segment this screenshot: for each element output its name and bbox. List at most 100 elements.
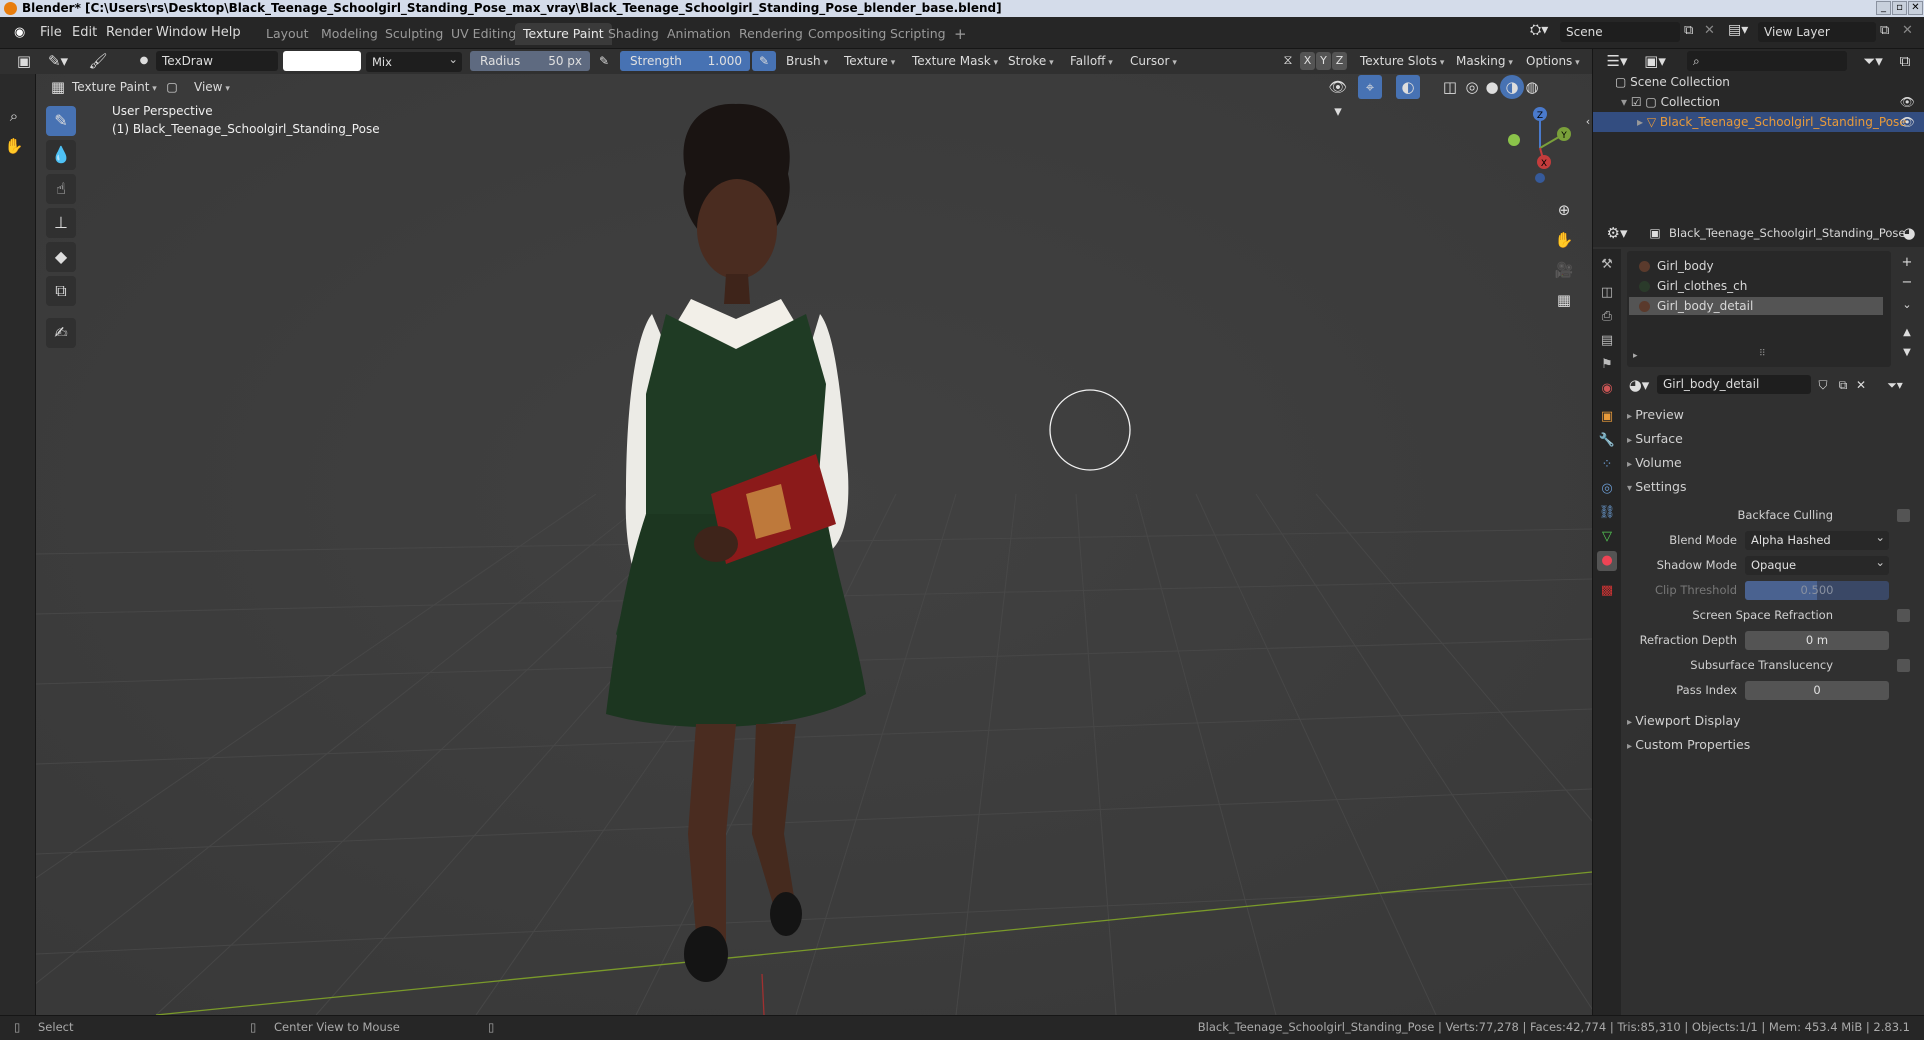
outliner-object[interactable]: ▸ ▽ Black_Teenage_Schoolgirl_Standing_Po… (1593, 112, 1924, 132)
texture-slots-menu[interactable]: Texture Slots (1360, 51, 1444, 71)
xray-icon[interactable]: ◫ (1438, 75, 1462, 99)
filter-icon[interactable]: ⏷▾ (1861, 49, 1885, 73)
section-viewport-display[interactable]: Viewport Display (1627, 713, 1740, 728)
browse-material-icon[interactable]: ◕▾ (1627, 373, 1651, 397)
tab-texture-paint[interactable]: Texture Paint (515, 23, 612, 45)
texture-paint-mode-icon[interactable]: ▦ (46, 75, 70, 99)
smear-tool-icon[interactable]: ☝ (46, 174, 76, 204)
render-tab-icon[interactable]: ◫ (1597, 283, 1617, 303)
pass-index-field[interactable]: 0 (1745, 681, 1889, 700)
mirror-icon[interactable]: ⧖ (1276, 49, 1300, 73)
view-layer-field[interactable]: View Layer (1758, 22, 1876, 42)
menu-edit[interactable]: Edit (72, 25, 97, 40)
options-menu[interactable]: Options (1526, 51, 1580, 71)
strength-pressure-icon[interactable]: ✎ (752, 51, 776, 71)
modifier-tab-icon[interactable]: 🔧 (1597, 431, 1617, 451)
blend-mode-dropdown[interactable]: Alpha Hashed (1745, 528, 1889, 550)
falloff-menu[interactable]: Falloff (1070, 51, 1113, 71)
overlay-toggle-icon[interactable]: ◐ (1396, 75, 1420, 99)
radius-pressure-icon[interactable]: ✎ (592, 49, 616, 73)
texture-tab-icon[interactable]: ▩ (1597, 581, 1617, 601)
radius-slider[interactable]: Radius 50 px (470, 51, 590, 71)
mirror-x-button[interactable]: X (1300, 52, 1315, 70)
refraction-depth-field[interactable]: 0 m (1745, 631, 1889, 650)
zoom-icon[interactable]: ⊕ (1552, 198, 1576, 222)
section-preview[interactable]: Preview (1627, 407, 1684, 422)
collection-checkbox-icon[interactable]: ☑ (1631, 95, 1646, 109)
viewport-canvas[interactable] (36, 74, 1592, 1015)
mask-tool-icon[interactable]: ⧉ (46, 276, 76, 306)
clip-threshold-slider[interactable]: 0.500 (1745, 581, 1889, 600)
remove-slot-button[interactable]: − (1895, 271, 1919, 295)
menu-file[interactable]: File (40, 25, 62, 40)
move-slot-down-icon[interactable]: ▼ (1895, 341, 1919, 365)
remove-scene-icon[interactable]: ✕ (1704, 23, 1715, 38)
pin-icon[interactable]: ▣ (1643, 221, 1667, 245)
scene-icon[interactable]: ⛭▾ (1530, 22, 1548, 38)
material-name-field[interactable]: Girl_body_detail (1657, 375, 1811, 394)
navigation-gizmo[interactable]: Z Y X (1496, 104, 1586, 194)
tab-modeling[interactable]: Modeling (313, 23, 386, 45)
backface-culling-checkbox[interactable] (1897, 509, 1910, 522)
world-tab-icon[interactable]: ◉ (1597, 379, 1617, 399)
draw-tool-icon[interactable]: ✎ (46, 106, 76, 136)
list-resize-handle[interactable]: ⠿ (1759, 349, 1766, 359)
outliner-scene-collection[interactable]: ▢ Scene Collection (1593, 72, 1924, 92)
cursor-menu[interactable]: Cursor (1130, 51, 1177, 71)
strength-slider[interactable]: Strength 1.000 (620, 51, 750, 71)
menu-help[interactable]: Help (211, 25, 241, 40)
blender-menu-icon[interactable]: ◉ (14, 25, 25, 40)
close-button[interactable]: ✕ (1908, 1, 1923, 15)
brush-icon[interactable]: 🖌 (86, 49, 110, 73)
outliner-search-input[interactable]: ⌕ (1687, 51, 1847, 71)
properties-editor-icon[interactable]: ⚙▾ (1605, 221, 1629, 245)
physics-tab-icon[interactable]: ◎ (1597, 479, 1617, 499)
particles-tab-icon[interactable]: ⁘ (1597, 455, 1617, 475)
tab-shading[interactable]: Shading (600, 23, 667, 45)
subsurface-checkbox[interactable] (1897, 659, 1910, 672)
texture-menu[interactable]: Texture (844, 51, 895, 71)
rendered-shading-icon[interactable]: ◍ (1520, 75, 1544, 99)
tab-sculpting[interactable]: Sculpting (377, 23, 451, 45)
camera-icon[interactable]: 🎥 (1552, 258, 1576, 282)
sidebar-toggle-icon[interactable]: ‹ (1576, 110, 1592, 134)
tab-scripting[interactable]: Scripting (882, 23, 954, 45)
expand-arrow-icon[interactable]: ▸ (1637, 115, 1647, 129)
object-visibility-icon[interactable]: 👁 (1900, 112, 1915, 132)
data-tab-icon[interactable]: ▽ (1597, 527, 1617, 547)
scene-tab-icon[interactable]: ⚑ (1597, 355, 1617, 375)
perspective-grid-icon[interactable]: ▦ (1552, 288, 1576, 312)
tab-rendering[interactable]: Rendering (731, 23, 811, 45)
new-collection-icon[interactable]: ⧉ (1893, 49, 1917, 73)
add-workspace-button[interactable]: + (946, 23, 975, 45)
tab-layout[interactable]: Layout (258, 23, 317, 45)
soften-tool-icon[interactable]: 💧 (46, 140, 76, 170)
material-slot-row-selected[interactable]: Girl_body_detail (1629, 297, 1883, 315)
fill-tool-icon[interactable]: ◆ (46, 242, 76, 272)
mirror-y-button[interactable]: Y (1316, 52, 1331, 70)
section-settings[interactable]: Settings (1627, 479, 1686, 494)
tab-uv-editing[interactable]: UV Editing (443, 23, 524, 45)
slot-specials-icon[interactable]: ⌄ (1895, 293, 1919, 317)
tool-settings-icon[interactable]: ✎▾ (46, 49, 70, 73)
pan-hand-icon[interactable]: ✋ (1552, 228, 1576, 252)
visibility-icon[interactable]: 👁▾ (1326, 75, 1350, 120)
minimize-button[interactable]: _ (1876, 1, 1891, 15)
expand-arrow-icon[interactable]: ▾ (1621, 95, 1631, 109)
annotate-tool-icon[interactable]: ✍ (46, 318, 76, 348)
editor-type-icon[interactable]: ▣ (12, 49, 36, 73)
collection-visibility-icon[interactable]: 👁 (1900, 92, 1915, 112)
outliner-collection[interactable]: ▾ ☑ ▢ Collection 👁 (1593, 92, 1924, 112)
section-custom-properties[interactable]: Custom Properties (1627, 737, 1750, 752)
output-tab-icon[interactable]: ⎙ (1597, 307, 1617, 327)
material-tab-icon[interactable]: ● (1597, 551, 1617, 571)
material-slot-row[interactable]: Girl_body (1629, 257, 1889, 275)
fake-user-icon[interactable]: ● (132, 49, 156, 73)
view-menu[interactable]: View (194, 77, 230, 97)
blend-mode-select[interactable]: Mix (366, 49, 462, 72)
tab-compositing[interactable]: Compositing (800, 23, 894, 45)
menu-window[interactable]: Window (156, 25, 207, 40)
remove-view-layer-icon[interactable]: ✕ (1902, 23, 1913, 38)
clone-tool-icon[interactable]: ⊥ (46, 208, 76, 238)
constraints-tab-icon[interactable]: ⛓ (1597, 503, 1617, 523)
